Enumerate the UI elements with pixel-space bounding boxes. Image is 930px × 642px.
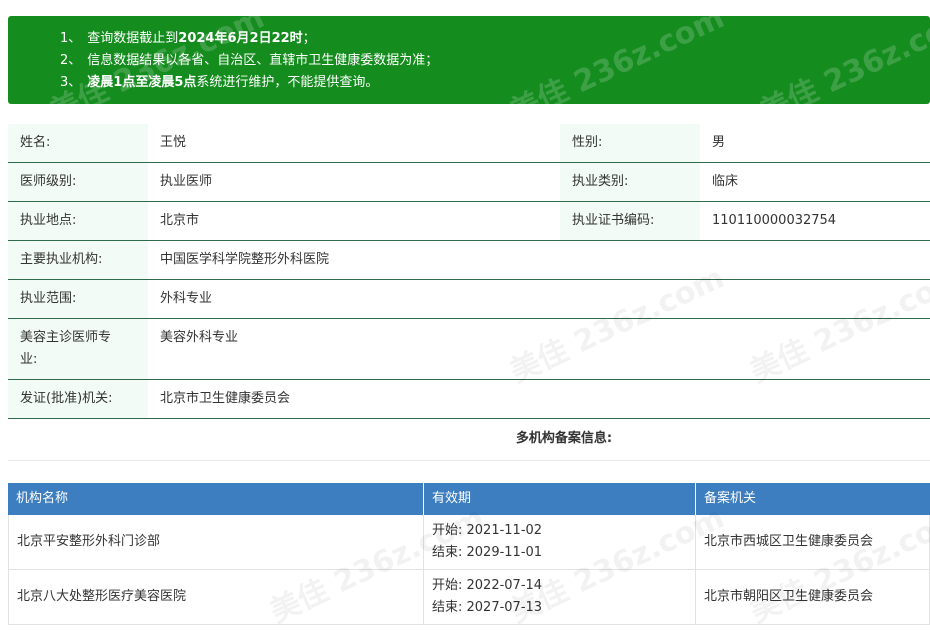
- table-row: 北京八大处整形医疗美容医院 开始: 2022-07-14 结束: 2027-07…: [8, 570, 930, 625]
- authority: 北京市朝阳区卫生健康委员会: [696, 570, 930, 624]
- notice-line-3: 3、 凌晨1点至凌晨5点系统进行维护，不能提供查询。: [60, 72, 930, 94]
- level-label: 医师级别:: [8, 163, 148, 201]
- institution-table-header: 机构名称 有效期 备案机关: [8, 483, 930, 515]
- location-value: 北京市: [160, 213, 200, 228]
- notice-number: 1、: [60, 31, 82, 46]
- name-value: 王悦: [160, 135, 187, 150]
- category-value: 临床: [712, 174, 739, 189]
- notice-suffix: ；: [302, 31, 316, 46]
- scope-label: 执业范围:: [8, 280, 148, 318]
- institution-name-text: 北京八大处整形医疗美容医院: [17, 589, 187, 604]
- info-row-level: 医师级别: 执业医师 执业类别: 临床: [8, 163, 930, 202]
- gender-label: 性别:: [560, 124, 700, 162]
- validity-end: 结束: 2027-07-13: [432, 600, 543, 615]
- issuer-label: 发证(批准)机关:: [8, 380, 148, 418]
- info-row-cosmetic: 美容主诊医师专 业: 美容外科专业: [8, 319, 930, 380]
- notice-number: 3、: [60, 75, 82, 90]
- info-row-issuer: 发证(批准)机关: 北京市卫生健康委员会: [8, 380, 930, 419]
- validity-start: 开始: 2022-07-14: [432, 578, 543, 593]
- notice-suffix: 系统进行维护，不能提供查询。: [196, 75, 379, 90]
- info-row-scope: 执业范围: 外科专业: [8, 280, 930, 319]
- header-validity: 有效期: [424, 483, 696, 515]
- cosmetic-value: 美容外科专业: [160, 330, 239, 345]
- header-authority: 备案机关: [704, 491, 757, 506]
- validity-start: 开始: 2021-11-02: [432, 523, 543, 538]
- notice-bold: 2024年6月2日22时: [178, 31, 303, 46]
- authority: 北京市西城区卫生健康委员会: [696, 515, 930, 569]
- notice-bold: 凌晨1点至凌晨5点: [87, 75, 197, 90]
- notice-banner: 1、 查询数据截止到2024年6月2日22时； 2、 信息数据结果以各省、自治区、直…: [8, 16, 930, 104]
- multi-institution-title: 多机构备案信息:: [8, 426, 930, 461]
- info-row-location: 执业地点: 北京市 执业证书编码: 110110000032754: [8, 202, 930, 241]
- table-row: 北京平安整形外科门诊部 开始: 2021-11-02 结束: 2029-11-0…: [8, 515, 930, 570]
- category-label: 执业类别:: [560, 163, 700, 201]
- gender-value: 男: [712, 135, 726, 150]
- notice-text: 查询数据截止到: [87, 31, 179, 46]
- institution-name: 北京平安整形外科门诊部: [8, 515, 424, 569]
- institution-name: 北京八大处整形医疗美容医院: [8, 570, 424, 624]
- scope-value: 外科专业: [160, 291, 213, 306]
- validity-end: 结束: 2029-11-01: [432, 545, 543, 560]
- notice-text: 信息数据结果以各省、自治区、直辖市卫生健康委数据为准；: [87, 53, 439, 68]
- level-value: 执业医师: [160, 174, 213, 189]
- notice-line-1: 1、 查询数据截止到2024年6月2日22时；: [60, 28, 930, 50]
- cert-value: 110110000032754: [712, 213, 837, 228]
- authority-text: 北京市朝阳区卫生健康委员会: [704, 589, 874, 604]
- institution-label: 主要执业机构:: [8, 241, 148, 279]
- info-row-institution: 主要执业机构: 中国医学科学院整形外科医院: [8, 241, 930, 280]
- issuer-value: 北京市卫生健康委员会: [160, 391, 291, 406]
- validity: 开始: 2021-11-02 结束: 2029-11-01: [424, 515, 696, 569]
- name-label: 姓名:: [8, 124, 148, 162]
- validity: 开始: 2022-07-14 结束: 2027-07-13: [424, 570, 696, 624]
- institution-table: 机构名称 有效期 备案机关 北京平安整形外科门诊部 开始: 2021-11-02…: [8, 483, 930, 625]
- cosmetic-label-line-1: 美容主诊医师专: [20, 330, 112, 345]
- info-row-name: 姓名: 王悦 性别: 男: [8, 124, 930, 163]
- location-label: 执业地点:: [8, 202, 148, 240]
- notice-line-2: 2、 信息数据结果以各省、自治区、直辖市卫生健康委数据为准；: [60, 50, 930, 72]
- cosmetic-label: 美容主诊医师专 业:: [8, 319, 148, 379]
- institution-value: 中国医学科学院整形外科医院: [160, 252, 330, 267]
- authority-text: 北京市西城区卫生健康委员会: [704, 534, 874, 549]
- cert-label: 执业证书编码:: [560, 202, 700, 240]
- notice-number: 2、: [60, 53, 82, 68]
- header-institution-name: 机构名称: [8, 483, 424, 515]
- institution-name-text: 北京平安整形外科门诊部: [17, 534, 161, 549]
- cosmetic-label-line-2: 业:: [20, 352, 38, 367]
- doctor-info-table: 姓名: 王悦 性别: 男 医师级别: 执业医师 执业类别: 临床 执业地点: 北…: [8, 124, 930, 419]
- page: 1、 查询数据截止到2024年6月2日22时； 2、 信息数据结果以各省、自治区、直…: [0, 0, 930, 642]
